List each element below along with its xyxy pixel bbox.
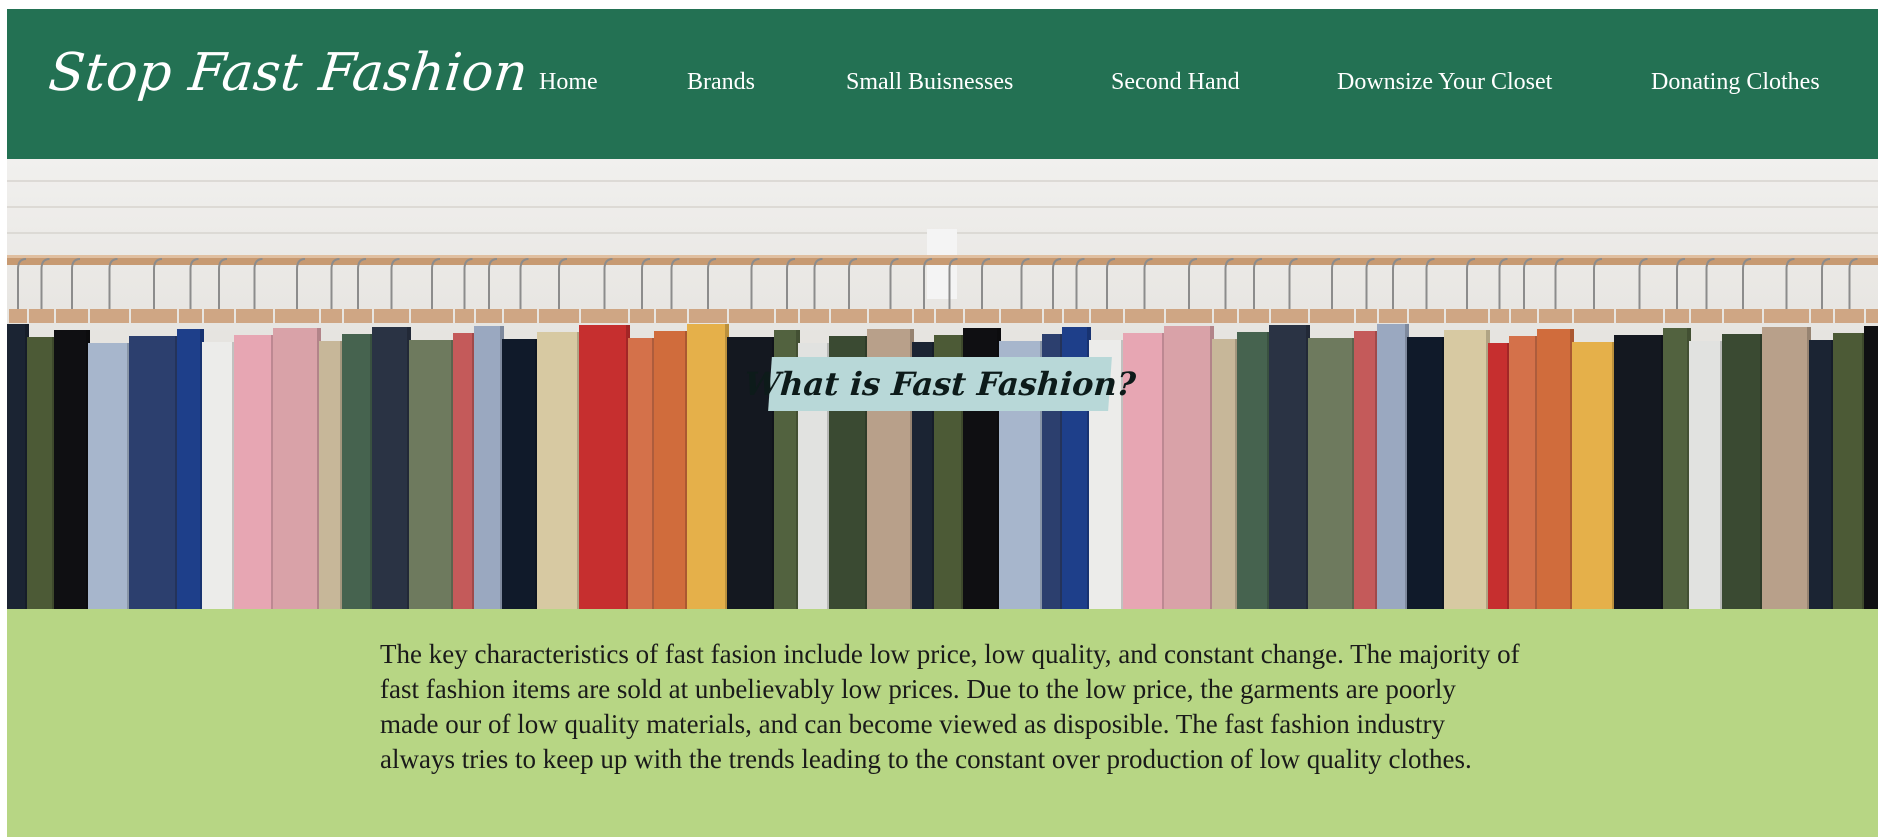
site-header: Stop Fast Fashion Home Brands Small Buis… [7,9,1878,159]
page: Stop Fast Fashion Home Brands Small Buis… [7,9,1878,837]
nav-donating-clothes[interactable]: Donating Clothes [1651,69,1820,96]
nav-second-hand[interactable]: Second Hand [1111,69,1240,96]
garments [7,258,1878,609]
hero-image: What is Fast Fashion? [7,159,1878,609]
nav-home[interactable]: Home [539,69,598,96]
content-paragraph: The key characteristics of fast fasion i… [380,639,1520,774]
main-nav: Home Brands Small Buisnesses Second Hand… [7,9,1878,159]
nav-small-businesses[interactable]: Small Buisnesses [846,69,1013,96]
hero-caption: What is Fast Fashion? [743,357,1137,411]
nav-brands[interactable]: Brands [687,69,755,96]
nav-downsize-closet[interactable]: Downsize Your Closet [1337,69,1552,96]
content-section: The key characteristics of fast fasion i… [7,609,1878,837]
